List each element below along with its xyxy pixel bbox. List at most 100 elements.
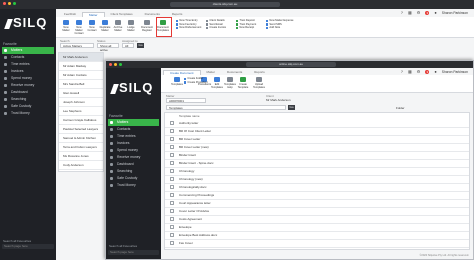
list-item[interactable]: Mr Adam Mackay <box>59 62 103 71</box>
sidebar-search-input[interactable]: Search page here <box>2 244 54 249</box>
row-checkbox[interactable] <box>170 185 174 189</box>
sidebar-item-dashboard[interactable]: Dashboard <box>108 161 159 168</box>
edit-templates-button[interactable]: Edit Templates <box>211 77 223 89</box>
row-checkbox[interactable] <box>170 129 174 133</box>
row-checkbox[interactable] <box>170 241 174 245</box>
list-item[interactable]: Joseph Johnson <box>59 98 103 107</box>
list-item[interactable]: Paulstel Selected Lawyers <box>59 125 103 134</box>
column-header-template-name[interactable]: Template name <box>179 114 200 118</box>
maximize-window-icon[interactable] <box>13 2 16 5</box>
matter-search-input[interactable]: Active Matters <box>60 43 94 48</box>
new-matter-button[interactable]: New Matter <box>60 20 72 32</box>
apps-icon[interactable]: ▦ <box>408 69 412 74</box>
list-item[interactable]: Ms Roxanne Jones <box>59 152 103 161</box>
sidebar-item-time-entries[interactable]: Time entries <box>2 61 54 68</box>
user-name[interactable]: Sharon Parkinson <box>442 11 468 15</box>
list-item[interactable]: Mr Mark Anderson <box>59 53 103 62</box>
list-item[interactable]: Cody Anderson <box>59 161 103 170</box>
maximize-window-icon[interactable] <box>119 63 122 66</box>
help-icon[interactable]: ? <box>401 69 403 74</box>
minimize-window-icon[interactable] <box>114 63 117 66</box>
row-checkbox[interactable] <box>170 169 174 173</box>
create-invoice-button[interactable]: Create Invoice <box>206 26 226 30</box>
sidebar-item-matters[interactable]: Matters <box>2 47 54 54</box>
list-item[interactable]: Mr Adam Cordato <box>59 71 103 80</box>
sidebar-item-safe-custody[interactable]: Safe Custody <box>108 175 159 182</box>
sidebar-item-receive-money[interactable]: Receive money <box>108 154 159 161</box>
user-name[interactable]: Sharon Parkinson <box>442 70 468 74</box>
notification-badge[interactable]: 3 <box>425 69 430 74</box>
user-avatar-icon[interactable]: ● <box>434 69 436 74</box>
new-matter-contact-button[interactable]: New Matter Contact <box>73 20 85 35</box>
folder-select[interactable]: Folder <box>396 106 405 110</box>
archive-matter-button[interactable]: Archive Matter <box>112 20 124 32</box>
go-button[interactable]: Go <box>288 105 295 110</box>
sidebar-item-spend-money[interactable]: Spend money <box>2 75 54 82</box>
row-checkbox[interactable] <box>170 225 174 229</box>
window-controls[interactable] <box>3 2 16 5</box>
user-avatar-icon[interactable]: ● <box>434 10 436 15</box>
row-checkbox[interactable] <box>170 161 174 165</box>
close-window-icon[interactable] <box>109 63 112 66</box>
sidebar-item-trust-money[interactable]: Trust Money <box>108 182 159 189</box>
row-checkbox[interactable] <box>170 145 174 149</box>
list-item[interactable]: Samuel & Admin Kitchen <box>59 134 103 143</box>
create-precedent-button[interactable]: Create Precedent <box>184 81 208 85</box>
sidebar-item-searching[interactable]: Searching <box>108 168 159 175</box>
sidebar-item-safe-custody[interactable]: Safe Custody <box>2 103 54 110</box>
window-controls[interactable] <box>109 63 122 66</box>
row-checkbox[interactable] <box>170 153 174 157</box>
sidebar-item-trust-money[interactable]: Trust Money <box>2 110 54 117</box>
sidebar-item-searching[interactable]: Searching <box>2 96 54 103</box>
templates-button[interactable]: Templates <box>171 77 183 86</box>
duplicate-matter-button[interactable]: Duplicate Matter <box>99 20 111 32</box>
row-checkbox[interactable] <box>170 233 174 237</box>
minimize-window-icon[interactable] <box>8 2 11 5</box>
template-search-input[interactable]: Templates <box>166 105 286 110</box>
list-item[interactable]: Terra and Fulton Lawyers <box>59 143 103 152</box>
address-bar[interactable]: online.silq.com.au <box>246 62 336 67</box>
help-icon[interactable]: ? <box>401 10 403 15</box>
notification-badge[interactable]: 3 <box>425 10 430 15</box>
matter-input[interactable]: ADDP0001 <box>166 98 206 103</box>
add-note-button[interactable]: Add Note <box>266 26 293 30</box>
go-button[interactable]: Go <box>137 43 144 48</box>
settings-icon[interactable]: ⚙ <box>417 10 421 15</box>
assigned-select[interactable]: All <box>122 43 134 48</box>
list-item[interactable]: Mrs Sandra Bell <box>59 80 103 89</box>
row-checkbox[interactable] <box>170 201 174 205</box>
table-row[interactable]: Fax Cover <box>165 239 469 248</box>
create-template-button[interactable]: Create Template <box>237 77 249 89</box>
sidebar-item-receive-money[interactable]: Receive money <box>2 82 54 89</box>
sidebar-item-time-entries[interactable]: Time entries <box>108 133 159 140</box>
sidebar-item-matters[interactable]: Matters <box>108 119 159 126</box>
sidebar-item-contacts[interactable]: Contacts <box>108 126 159 133</box>
sidebar-search-input[interactable]: Search page here <box>108 250 159 255</box>
list-item[interactable]: Carmen Grayle Kallidous <box>59 116 103 125</box>
lodge-matter-button[interactable]: Lodge Matter <box>125 20 137 32</box>
row-checkbox[interactable] <box>170 217 174 221</box>
row-checkbox[interactable] <box>170 177 174 181</box>
sidebar-item-invoices[interactable]: Invoices <box>108 140 159 147</box>
new-receipt-button[interactable]: New Receipt <box>236 26 256 30</box>
sidebar-item-invoices[interactable]: Invoices <box>2 68 54 75</box>
row-checkbox[interactable] <box>170 193 174 197</box>
row-checkbox[interactable] <box>170 121 174 125</box>
list-item[interactable]: Lee Stephens <box>59 107 103 116</box>
address-bar[interactable]: clients.silq.com.au <box>170 2 280 7</box>
close-window-icon[interactable] <box>3 2 6 5</box>
upload-templates-button[interactable]: Upload Templates <box>253 77 265 89</box>
sidebar-item-contacts[interactable]: Contacts <box>2 54 54 61</box>
row-checkbox[interactable] <box>170 209 174 213</box>
new-disbursement-button[interactable]: New Disbursement <box>176 26 201 30</box>
document-register-button[interactable]: Document Register <box>141 20 153 32</box>
row-checkbox[interactable] <box>170 137 174 141</box>
status-select[interactable]: Show all active <box>97 43 119 52</box>
sidebar-item-spend-money[interactable]: Spend money <box>108 147 159 154</box>
apps-icon[interactable]: ▦ <box>408 10 412 15</box>
templates-help-button[interactable]: Templates Help <box>224 77 236 89</box>
new-contact-button[interactable]: New Contact <box>86 20 98 32</box>
list-item[interactable]: Glen Howell <box>59 89 103 98</box>
sidebar-item-dashboard[interactable]: Dashboard <box>2 89 54 96</box>
settings-icon[interactable]: ⚙ <box>417 69 421 74</box>
